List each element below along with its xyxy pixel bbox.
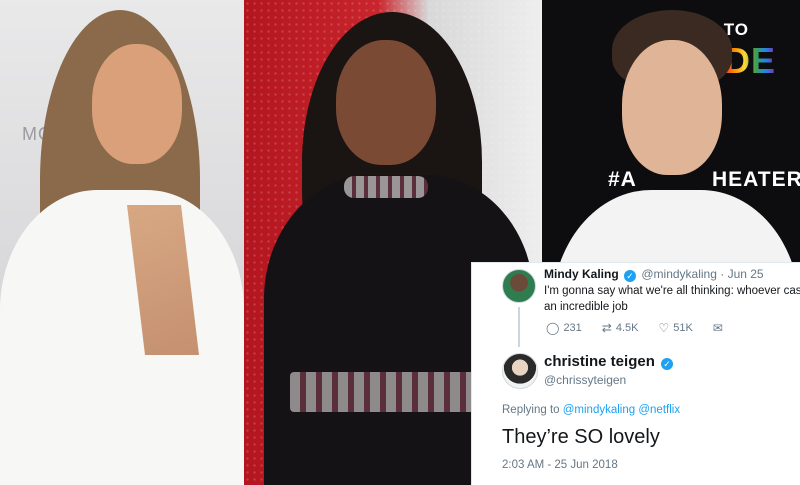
author-name[interactable]: christine teigen [544,353,655,370]
tweet-header: Mindy Kaling ✓ @mindykaling · Jun 25 [544,267,764,282]
heart-icon: ♡ [658,321,670,335]
like-count: 51K [673,322,693,334]
thread-line [518,307,520,347]
avatar[interactable] [502,269,536,303]
person-left [0,0,244,485]
retweet-icon: ⇄ [601,321,612,335]
tweet-screenshot: Mindy Kaling ✓ @mindykaling · Jun 25 I'm… [471,262,800,485]
reply-count: 231 [563,322,582,334]
author-handle[interactable]: @mindykaling [641,267,717,281]
avatar[interactable] [502,353,538,389]
retweet-count: 4.5K [615,322,639,334]
like-button[interactable]: ♡ 51K [659,321,693,335]
tweet-text-line: I'm gonna say what we're all thinking: w… [544,285,800,297]
verified-badge-icon: ✓ [661,358,674,370]
tweet-text: I'm gonna say what we're all thinking: w… [544,283,800,315]
author-handle[interactable]: @chrissyteigen [544,373,626,387]
verified-badge-icon: ✓ [624,270,637,282]
photo-left: MO [0,0,244,485]
reply-author: christine teigen ✓ [544,353,675,370]
reply-icon: ◯ [546,321,560,335]
retweet-button[interactable]: ⇄ 4.5K [602,321,639,335]
author-name[interactable]: Mindy Kaling [544,267,619,281]
mention-link[interactable]: @netflix [638,404,680,416]
dm-button[interactable]: ✉ [713,321,723,335]
reply-timestamp[interactable]: 2:03 AM - 25 Jun 2018 [502,459,618,471]
replying-to-label: Replying to [502,404,560,416]
mention-link[interactable]: @mindykaling [563,404,635,416]
envelope-icon: ✉ [712,321,723,335]
tweet-date[interactable]: · Jun 25 [720,267,763,281]
tweet-actions: ◯ 231 ⇄ 4.5K ♡ 51K ✉ [546,321,723,335]
tweet-text-line: an incredible job [544,301,628,313]
replying-to: Replying to @mindykaling @netflix [502,404,680,416]
reply-button[interactable]: ◯ 231 [546,321,582,335]
reply-text: They’re SO lovely [502,426,660,448]
